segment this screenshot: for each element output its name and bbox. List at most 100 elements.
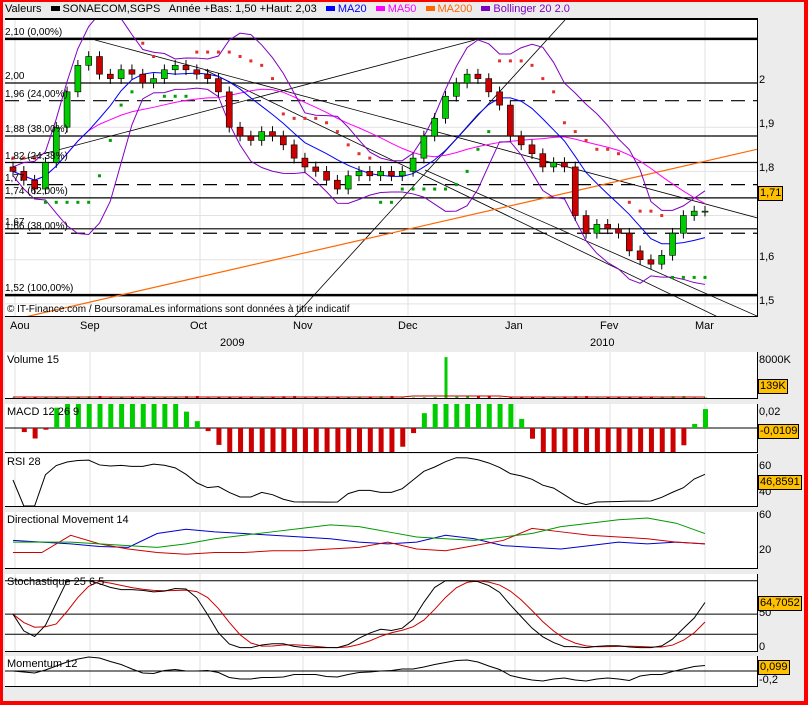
sar-dot [184,94,188,98]
sar-dot [411,187,415,191]
rsi-axis-tick: 60 [759,460,772,472]
macd-bar [659,428,665,452]
sar-dot [206,50,210,54]
macd-bar [411,428,417,434]
ma20-line [12,72,706,245]
sar-dot [314,116,318,120]
stoch-last-value-badge: 64,7052 [758,596,802,611]
price-axis-tick: 1,9 [759,118,775,131]
macd-bar [97,404,103,428]
candle-body [442,95,449,119]
candle-body [647,259,655,265]
candle-body [290,144,298,159]
candle-body [139,73,147,84]
candle-body [312,166,320,172]
sar-dot [422,187,426,191]
candle-body [604,224,611,230]
volume-title: Volume 15 [7,354,59,366]
volume-bar [217,397,221,398]
macd-bar [227,428,233,452]
candle-body [690,210,698,216]
candle-body [409,157,417,172]
macd-bar [573,428,579,452]
dm-plus-line [12,528,706,550]
dm-axis-tick: 20 [759,543,772,556]
candle-body [636,250,644,261]
sar-dot [87,200,91,204]
candle-body [701,210,709,213]
price-axis-tick: 1,6 [759,250,775,263]
dm-title: Directional Movement 14 [7,514,129,526]
ma50-line [12,88,706,205]
sar-dot [595,147,599,151]
sar-dot [519,59,523,63]
macd-bar [216,428,222,445]
sar-dot [703,275,707,279]
sar-dot [98,174,101,178]
macd-bar [378,428,384,452]
sar-dot [433,187,437,191]
candle-body [107,73,114,79]
sar-dot [530,63,534,67]
sar-dot [260,63,264,67]
candle-body [539,153,547,168]
sar-dot [357,152,361,156]
fib-level-label: 1,77 [5,172,25,184]
macd-bar [540,428,546,452]
candle-body [171,65,179,71]
fib-level-label: 2,10 (0,00%) [5,26,63,38]
macd-chart [5,404,757,452]
macd-bar [432,404,438,428]
sar-dot [541,77,545,81]
sar-dot [271,77,274,81]
sar-dot [498,59,502,63]
month-label-sep: Sep [80,320,100,332]
stoch-panel: Stochastique 25 6 5 [5,574,758,652]
sar-dot [346,143,350,147]
candle-body [193,69,201,75]
macd-bar [648,428,654,452]
candle-body [517,135,525,146]
macd-bar [184,411,189,428]
stoch-axis-tick: 0 [759,640,766,653]
price-axis-tick: 1,5 [759,294,775,307]
dm-axis-tick: 60 [759,509,772,522]
fib-level-label: 2,00 [5,71,25,82]
macd-bar [259,428,265,452]
rsi-last-value-badge: 46,8591 [758,475,802,490]
volume-bar [606,397,610,398]
candle-body [453,82,460,97]
rsi-chart [12,454,706,506]
candle-body [571,166,579,216]
sar-dot [216,50,220,54]
candle-body [74,65,82,93]
candle-body [582,215,590,234]
price-chart [5,20,757,316]
rsi-panel: RSI 28 [5,454,758,507]
volume-bar [444,357,448,398]
sar-dot [562,121,566,125]
sar-dot [65,200,69,204]
fib-level-label: 1,96 (24,00%) [5,88,68,100]
sar-dot [379,200,383,204]
candle-body [301,157,309,168]
candle-body [561,162,568,168]
month-label-mar: Mar [695,320,714,332]
bollinger-upper [12,20,706,211]
sar-dot [76,200,80,204]
stoch-chart [5,574,757,651]
sar-dot [660,214,664,218]
candle-body [85,56,92,66]
macd-bar [32,428,38,439]
volume-bar [509,397,513,398]
sar-dot [119,103,123,107]
macd-bar [638,428,644,452]
macd-bar [486,404,492,428]
sar-dot [465,169,469,173]
sar-dot [389,200,393,204]
macd-bar [443,404,449,428]
momentum-chart [5,656,757,686]
macd-bar [465,404,471,428]
fib-level-label: 1,52 (100,00%) [5,283,74,295]
candle-body [398,171,406,177]
